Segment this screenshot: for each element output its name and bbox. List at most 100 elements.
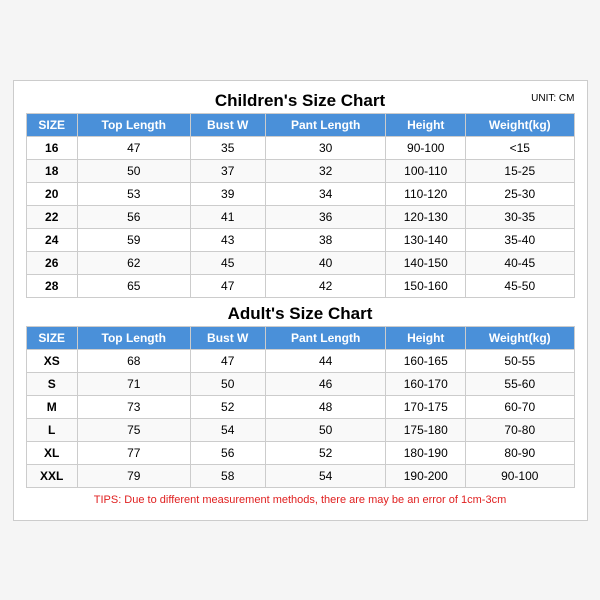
children-col-weight: Weight(kg) bbox=[466, 113, 574, 136]
adults-col-height: Height bbox=[386, 326, 466, 349]
data-cell: 45 bbox=[190, 251, 265, 274]
data-cell: 150-160 bbox=[386, 274, 466, 297]
adults-title: Adult's Size Chart bbox=[228, 304, 373, 323]
data-cell: 41 bbox=[190, 205, 265, 228]
adults-header-row: SIZE Top Length Bust W Pant Length Heigh… bbox=[26, 326, 574, 349]
data-cell: 110-120 bbox=[386, 182, 466, 205]
data-cell: 25-30 bbox=[466, 182, 574, 205]
size-col: XL bbox=[26, 441, 77, 464]
data-cell: 32 bbox=[265, 159, 386, 182]
size-col: XXL bbox=[26, 464, 77, 487]
data-cell: 47 bbox=[77, 136, 190, 159]
data-cell: 56 bbox=[190, 441, 265, 464]
data-cell: 38 bbox=[265, 228, 386, 251]
data-cell: 100-110 bbox=[386, 159, 466, 182]
children-col-size: SIZE bbox=[26, 113, 77, 136]
chart-container: Children's Size Chart UNIT: CM SIZE Top … bbox=[13, 80, 588, 521]
data-cell: 80-90 bbox=[466, 441, 574, 464]
table-row: XL775652180-19080-90 bbox=[26, 441, 574, 464]
size-col: XS bbox=[26, 349, 77, 372]
tips-text: TIPS: Due to different measurement metho… bbox=[26, 488, 575, 510]
table-row: 18503732100-11015-25 bbox=[26, 159, 574, 182]
data-cell: 73 bbox=[77, 395, 190, 418]
children-col-pant: Pant Length bbox=[265, 113, 386, 136]
data-cell: 120-130 bbox=[386, 205, 466, 228]
size-col: 24 bbox=[26, 228, 77, 251]
size-col: S bbox=[26, 372, 77, 395]
data-cell: 35-40 bbox=[466, 228, 574, 251]
data-cell: 44 bbox=[265, 349, 386, 372]
data-cell: 47 bbox=[190, 274, 265, 297]
adults-title-row: Adult's Size Chart bbox=[26, 304, 575, 324]
table-row: 20533934110-12025-30 bbox=[26, 182, 574, 205]
data-cell: 50 bbox=[77, 159, 190, 182]
data-cell: 90-100 bbox=[466, 464, 574, 487]
size-col: L bbox=[26, 418, 77, 441]
table-row: M735248170-17560-70 bbox=[26, 395, 574, 418]
table-row: S715046160-17055-60 bbox=[26, 372, 574, 395]
table-row: 1647353090-100<15 bbox=[26, 136, 574, 159]
table-row: XXL795854190-20090-100 bbox=[26, 464, 574, 487]
data-cell: 90-100 bbox=[386, 136, 466, 159]
data-cell: 140-150 bbox=[386, 251, 466, 274]
data-cell: 55-60 bbox=[466, 372, 574, 395]
data-cell: 47 bbox=[190, 349, 265, 372]
data-cell: 40-45 bbox=[466, 251, 574, 274]
data-cell: 160-170 bbox=[386, 372, 466, 395]
data-cell: 60-70 bbox=[466, 395, 574, 418]
children-header-row: SIZE Top Length Bust W Pant Length Heigh… bbox=[26, 113, 574, 136]
data-cell: 56 bbox=[77, 205, 190, 228]
children-col-height: Height bbox=[386, 113, 466, 136]
children-table: SIZE Top Length Bust W Pant Length Heigh… bbox=[26, 113, 575, 298]
table-row: 28654742150-16045-50 bbox=[26, 274, 574, 297]
data-cell: 175-180 bbox=[386, 418, 466, 441]
adults-col-size: SIZE bbox=[26, 326, 77, 349]
data-cell: 160-165 bbox=[386, 349, 466, 372]
data-cell: 40 bbox=[265, 251, 386, 274]
table-row: 26624540140-15040-45 bbox=[26, 251, 574, 274]
data-cell: 42 bbox=[265, 274, 386, 297]
data-cell: 190-200 bbox=[386, 464, 466, 487]
data-cell: 170-175 bbox=[386, 395, 466, 418]
data-cell: 58 bbox=[190, 464, 265, 487]
adults-col-bust: Bust W bbox=[190, 326, 265, 349]
unit-label: UNIT: CM bbox=[531, 93, 574, 104]
data-cell: 59 bbox=[77, 228, 190, 251]
children-col-bust: Bust W bbox=[190, 113, 265, 136]
data-cell: 54 bbox=[265, 464, 386, 487]
data-cell: 37 bbox=[190, 159, 265, 182]
table-row: 24594338130-14035-40 bbox=[26, 228, 574, 251]
size-col: 20 bbox=[26, 182, 77, 205]
data-cell: 79 bbox=[77, 464, 190, 487]
size-col: 28 bbox=[26, 274, 77, 297]
data-cell: 130-140 bbox=[386, 228, 466, 251]
data-cell: 75 bbox=[77, 418, 190, 441]
data-cell: 30 bbox=[265, 136, 386, 159]
data-cell: 39 bbox=[190, 182, 265, 205]
data-cell: 35 bbox=[190, 136, 265, 159]
data-cell: 68 bbox=[77, 349, 190, 372]
data-cell: 15-25 bbox=[466, 159, 574, 182]
data-cell: 36 bbox=[265, 205, 386, 228]
size-col: 26 bbox=[26, 251, 77, 274]
data-cell: 34 bbox=[265, 182, 386, 205]
data-cell: 70-80 bbox=[466, 418, 574, 441]
data-cell: 46 bbox=[265, 372, 386, 395]
table-row: XS684744160-16550-55 bbox=[26, 349, 574, 372]
data-cell: 62 bbox=[77, 251, 190, 274]
adults-col-pant: Pant Length bbox=[265, 326, 386, 349]
children-title: Children's Size Chart bbox=[215, 91, 385, 110]
adults-col-top-length: Top Length bbox=[77, 326, 190, 349]
adults-col-weight: Weight(kg) bbox=[466, 326, 574, 349]
data-cell: 54 bbox=[190, 418, 265, 441]
data-cell: 43 bbox=[190, 228, 265, 251]
tips-table: TIPS: Due to different measurement metho… bbox=[26, 488, 575, 510]
tips-row: TIPS: Due to different measurement metho… bbox=[26, 488, 575, 510]
size-col: 16 bbox=[26, 136, 77, 159]
main-title: Children's Size Chart UNIT: CM bbox=[26, 91, 575, 111]
data-cell: 50-55 bbox=[466, 349, 574, 372]
table-row: 22564136120-13030-35 bbox=[26, 205, 574, 228]
data-cell: 180-190 bbox=[386, 441, 466, 464]
data-cell: 65 bbox=[77, 274, 190, 297]
adults-table: SIZE Top Length Bust W Pant Length Heigh… bbox=[26, 326, 575, 488]
